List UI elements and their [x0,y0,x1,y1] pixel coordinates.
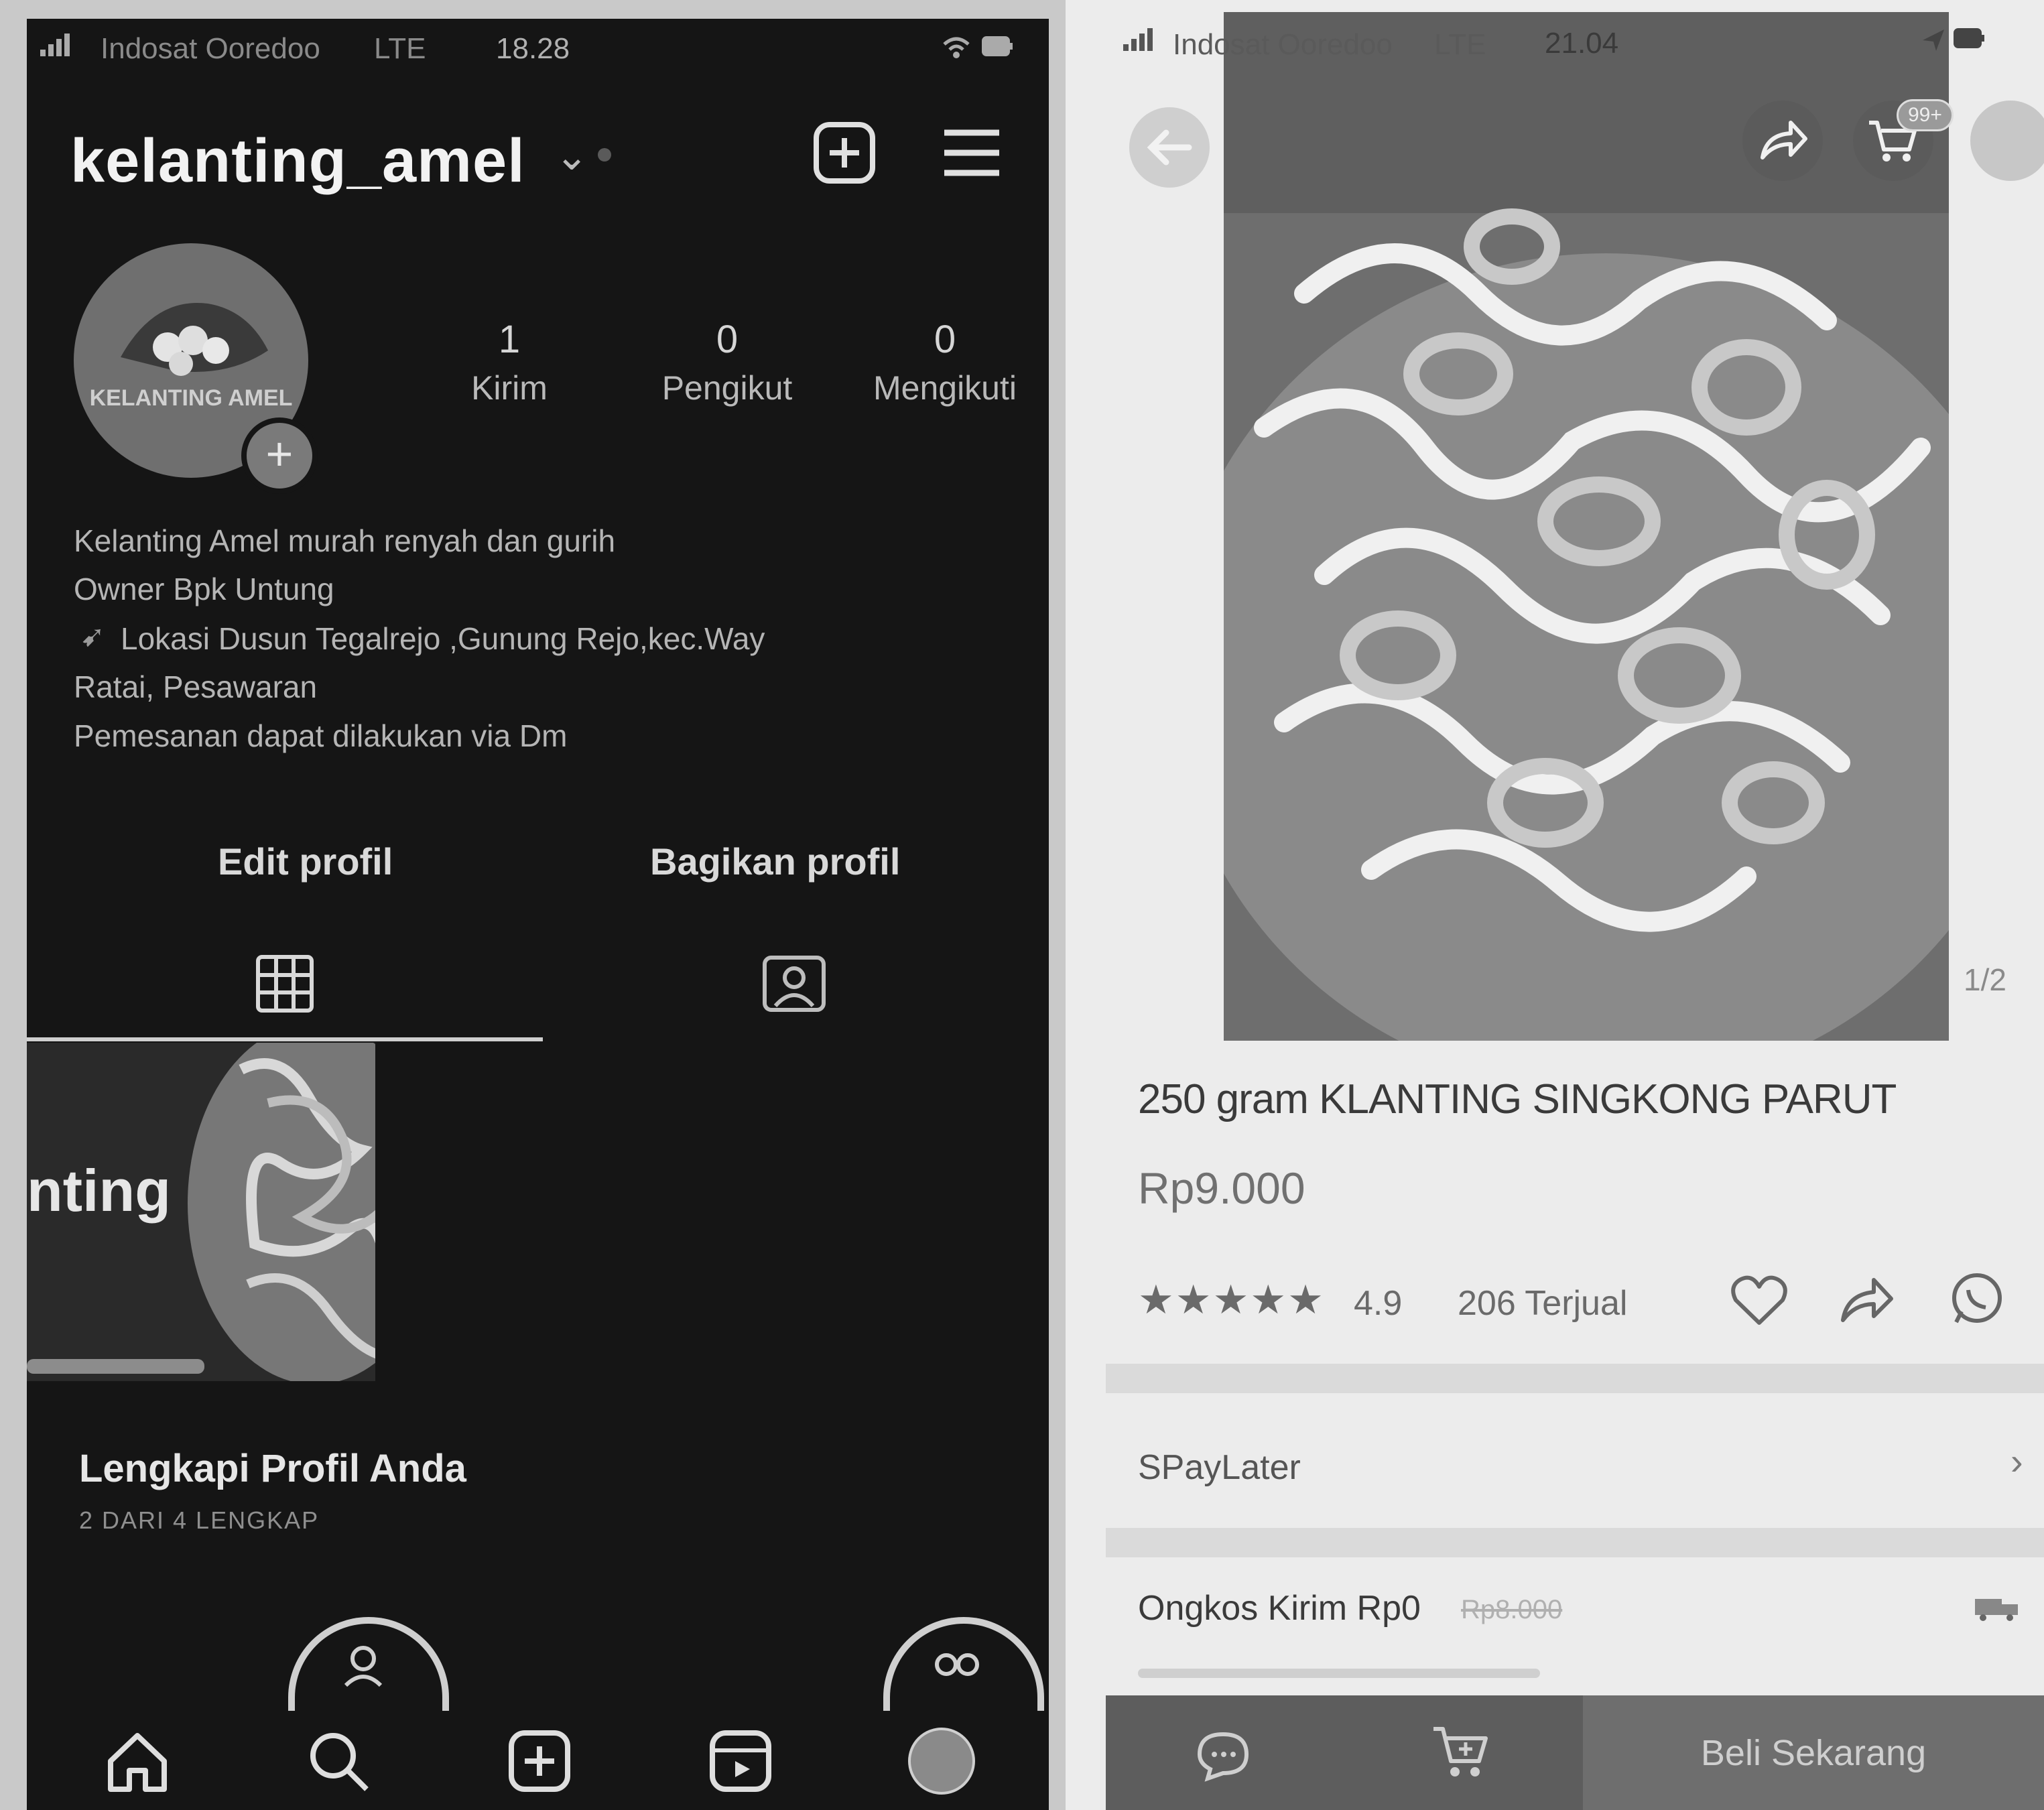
status-network: LTE [374,32,426,65]
product-price: Rp9.000 [1138,1163,1305,1213]
status-time: 18.28 [496,32,570,65]
cart-badge: 99+ [1897,99,1954,131]
back-arrow-icon[interactable] [1129,107,1210,188]
add-story-icon[interactable]: + [241,417,318,494]
location-icon [1920,27,1947,61]
stat-posts-value: 1 [498,318,521,361]
product-title: 250 gram KLANTING SINGKONG PARUT [1138,1076,1897,1122]
status-carrier: Indosat Ooredoo [101,32,320,65]
complete-profile-title: Lengkapi Profil Anda [79,1447,466,1490]
add-icon[interactable] [503,1724,576,1798]
battery-icon [1954,25,1986,60]
grid-tab-indicator [27,1037,543,1041]
home-icon[interactable] [101,1724,174,1798]
signal-icon [40,31,80,65]
menu-icon[interactable] [935,119,1009,186]
product-image[interactable] [1224,12,1949,1041]
bottom-action-bar: Beli Sekarang [1106,1695,2044,1810]
stat-followers[interactable]: 0 Pengikut [620,317,834,407]
instagram-profile-screen: Indosat Ooredoo LTE 18.28 kelanting_amel… [27,19,1049,1810]
status-time: 21.04 [1545,27,1619,60]
shipping-note-bar [1138,1669,1540,1678]
profile-username[interactable]: kelanting_amel [70,126,525,196]
grid-icon[interactable] [251,950,318,1017]
post-thumbnail[interactable]: nting [27,1043,375,1381]
sold-count: 206 Terjual [1458,1284,1628,1323]
chat-icon[interactable] [1186,1722,1260,1789]
rating-stars: ★★★★★ [1138,1277,1325,1322]
stat-posts[interactable]: 1 Kirim [402,317,617,407]
share-profile-button[interactable]: Bagikan profil [650,840,900,883]
stat-following[interactable]: 0 Mengikuti [838,317,1049,407]
battery-icon [982,34,1014,68]
heart-icon[interactable] [1722,1267,1796,1334]
stat-followers-label: Pengikut [661,369,793,407]
users-icon [932,1647,985,1691]
whatsapp-icon[interactable] [1940,1267,2014,1334]
reels-icon[interactable] [704,1724,777,1798]
add-to-cart-icon[interactable] [1424,1719,1498,1786]
user-icon [342,1644,385,1690]
shipping-old-price: Rp8.000 [1461,1595,1563,1624]
share-arrow-icon[interactable] [1742,101,1823,181]
stat-following-label: Mengikuti [873,369,1017,407]
complete-profile-progress: 2 DARI 4 LENGKAP [79,1506,320,1534]
more-icon[interactable] [1970,101,2044,181]
tagged-icon[interactable] [757,950,831,1017]
edit-profile-button[interactable]: Edit profil [218,840,393,883]
stat-following-value: 0 [934,318,956,361]
notification-dot [598,148,611,161]
profile-icon[interactable] [905,1724,978,1798]
bio-line-2: Owner Bpk Untung [74,572,334,606]
post-progress-bar [27,1359,204,1374]
post-thumbnail-text: nting [27,1157,172,1224]
section-divider [1106,1364,2044,1393]
truck-icon [1974,1595,2021,1625]
image-counter: 1/2 [1964,962,2006,997]
shipping-label: Ongkos Kirim Rp0 [1138,1589,1421,1628]
status-network: LTE [1434,28,1486,61]
account-switch-caret[interactable]: ⌄ [555,133,588,180]
pin-icon: ➹ [80,620,105,653]
buy-now-button[interactable]: Beli Sekarang [1583,1695,2044,1810]
avatar-logo-text: KELANTING AMEL [89,385,293,411]
section-divider [1106,1528,2044,1557]
paylater-row[interactable] [1106,1421,2044,1488]
stat-posts-label: Kirim [471,369,548,407]
search-icon[interactable] [302,1724,375,1798]
status-carrier: Indosat Ooredoo [1173,28,1393,61]
wifi-icon [942,34,971,68]
signal-icon [1123,25,1163,60]
bio-line-4: Ratai, Pesawaran [74,669,318,704]
share-icon[interactable] [1830,1267,1903,1334]
stat-followers-value: 0 [716,318,739,361]
rating-value: 4.9 [1354,1284,1403,1323]
product-detail-screen: Indosat Ooredoo LTE 21.04 99+ 1/2 250 gr… [1066,0,2044,1810]
bio-line-1: Kelanting Amel murah renyah dan gurih [74,523,616,558]
create-post-icon[interactable] [808,116,881,190]
bio-line-5: Pemesanan dapat dilakukan via Dm [74,718,568,753]
bio-line-3: Lokasi Dusun Tegalrejo ,Gunung Rejo,kec.… [121,621,765,656]
